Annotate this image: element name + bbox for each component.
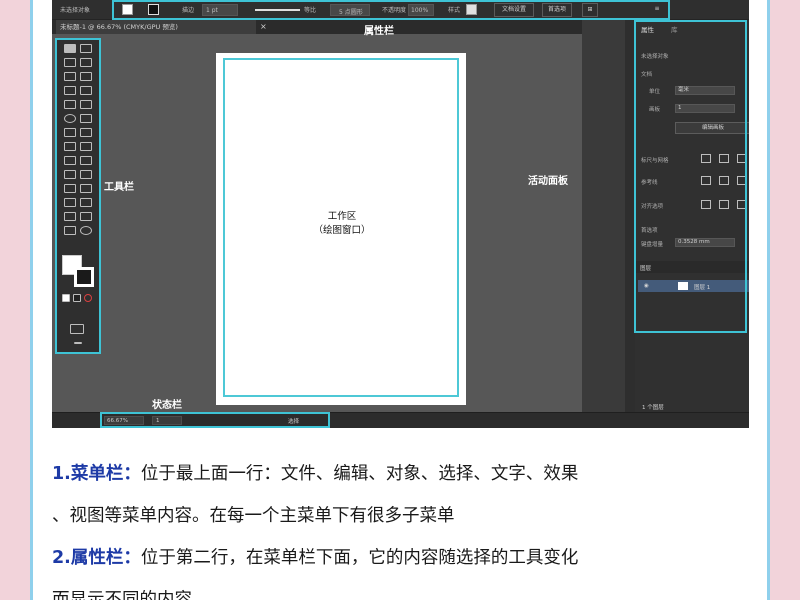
property-bar-highlight xyxy=(112,0,670,20)
workspace-label: 工作区 （绘图窗口） xyxy=(292,210,392,238)
workspace-label-line2: （绘图窗口） xyxy=(313,225,371,236)
item2-paragraph-cont: 而显示不同的内容。 xyxy=(52,582,752,600)
close-tab-icon[interactable]: × xyxy=(260,22,267,31)
item1-paragraph-cont: 、视图等菜单内容。在每一个主菜单下有很多子菜单 xyxy=(52,498,752,534)
toolbar-callout: 工具栏 xyxy=(104,182,134,193)
item1-paragraph: 1.菜单栏：位于最上面一行：文件、编辑、对象、选择、文字、效果 xyxy=(52,456,752,492)
active-panel-callout: 活动面板 xyxy=(528,176,568,187)
item2-keyword: 2.属性栏： xyxy=(52,548,141,568)
document-tab[interactable]: 未标题-1 @ 66.67% (CMYK/GPU 预览) xyxy=(56,20,256,34)
status-bar-highlight xyxy=(100,412,330,428)
item2-body: 位于第二行，在菜单栏下面，它的内容随选择的工具变化 xyxy=(140,548,579,568)
item2-paragraph: 2.属性栏：位于第二行，在菜单栏下面，它的内容随选择的工具变化 xyxy=(52,540,752,576)
item1-keyword: 1.菜单栏： xyxy=(52,464,141,484)
document-tab-bar: 未标题-1 @ 66.67% (CMYK/GPU 预览) × xyxy=(52,20,582,34)
status-bar-callout: 状态栏 xyxy=(152,400,182,411)
layers-count: 1 个图层 xyxy=(642,405,664,411)
item1-body2: 、视图等菜单内容。在每一个主菜单下有很多子菜单 xyxy=(52,506,455,526)
item2-body2: 而显示不同的内容。 xyxy=(52,590,210,600)
workspace-label-line1: 工作区 xyxy=(327,211,357,222)
toolbar-highlight xyxy=(55,38,101,354)
item1-body: 位于最上面一行：文件、编辑、对象、选择、文字、效果 xyxy=(140,464,579,484)
active-panel-highlight xyxy=(634,20,747,333)
selection-status: 未选择对象 xyxy=(60,7,91,14)
illustrator-screenshot: 未选择对象 描边 1 pt 等比 5 点圆形 不透明度 100% 样式 文档设置… xyxy=(52,0,749,428)
property-bar-callout: 属性栏 xyxy=(364,26,394,37)
